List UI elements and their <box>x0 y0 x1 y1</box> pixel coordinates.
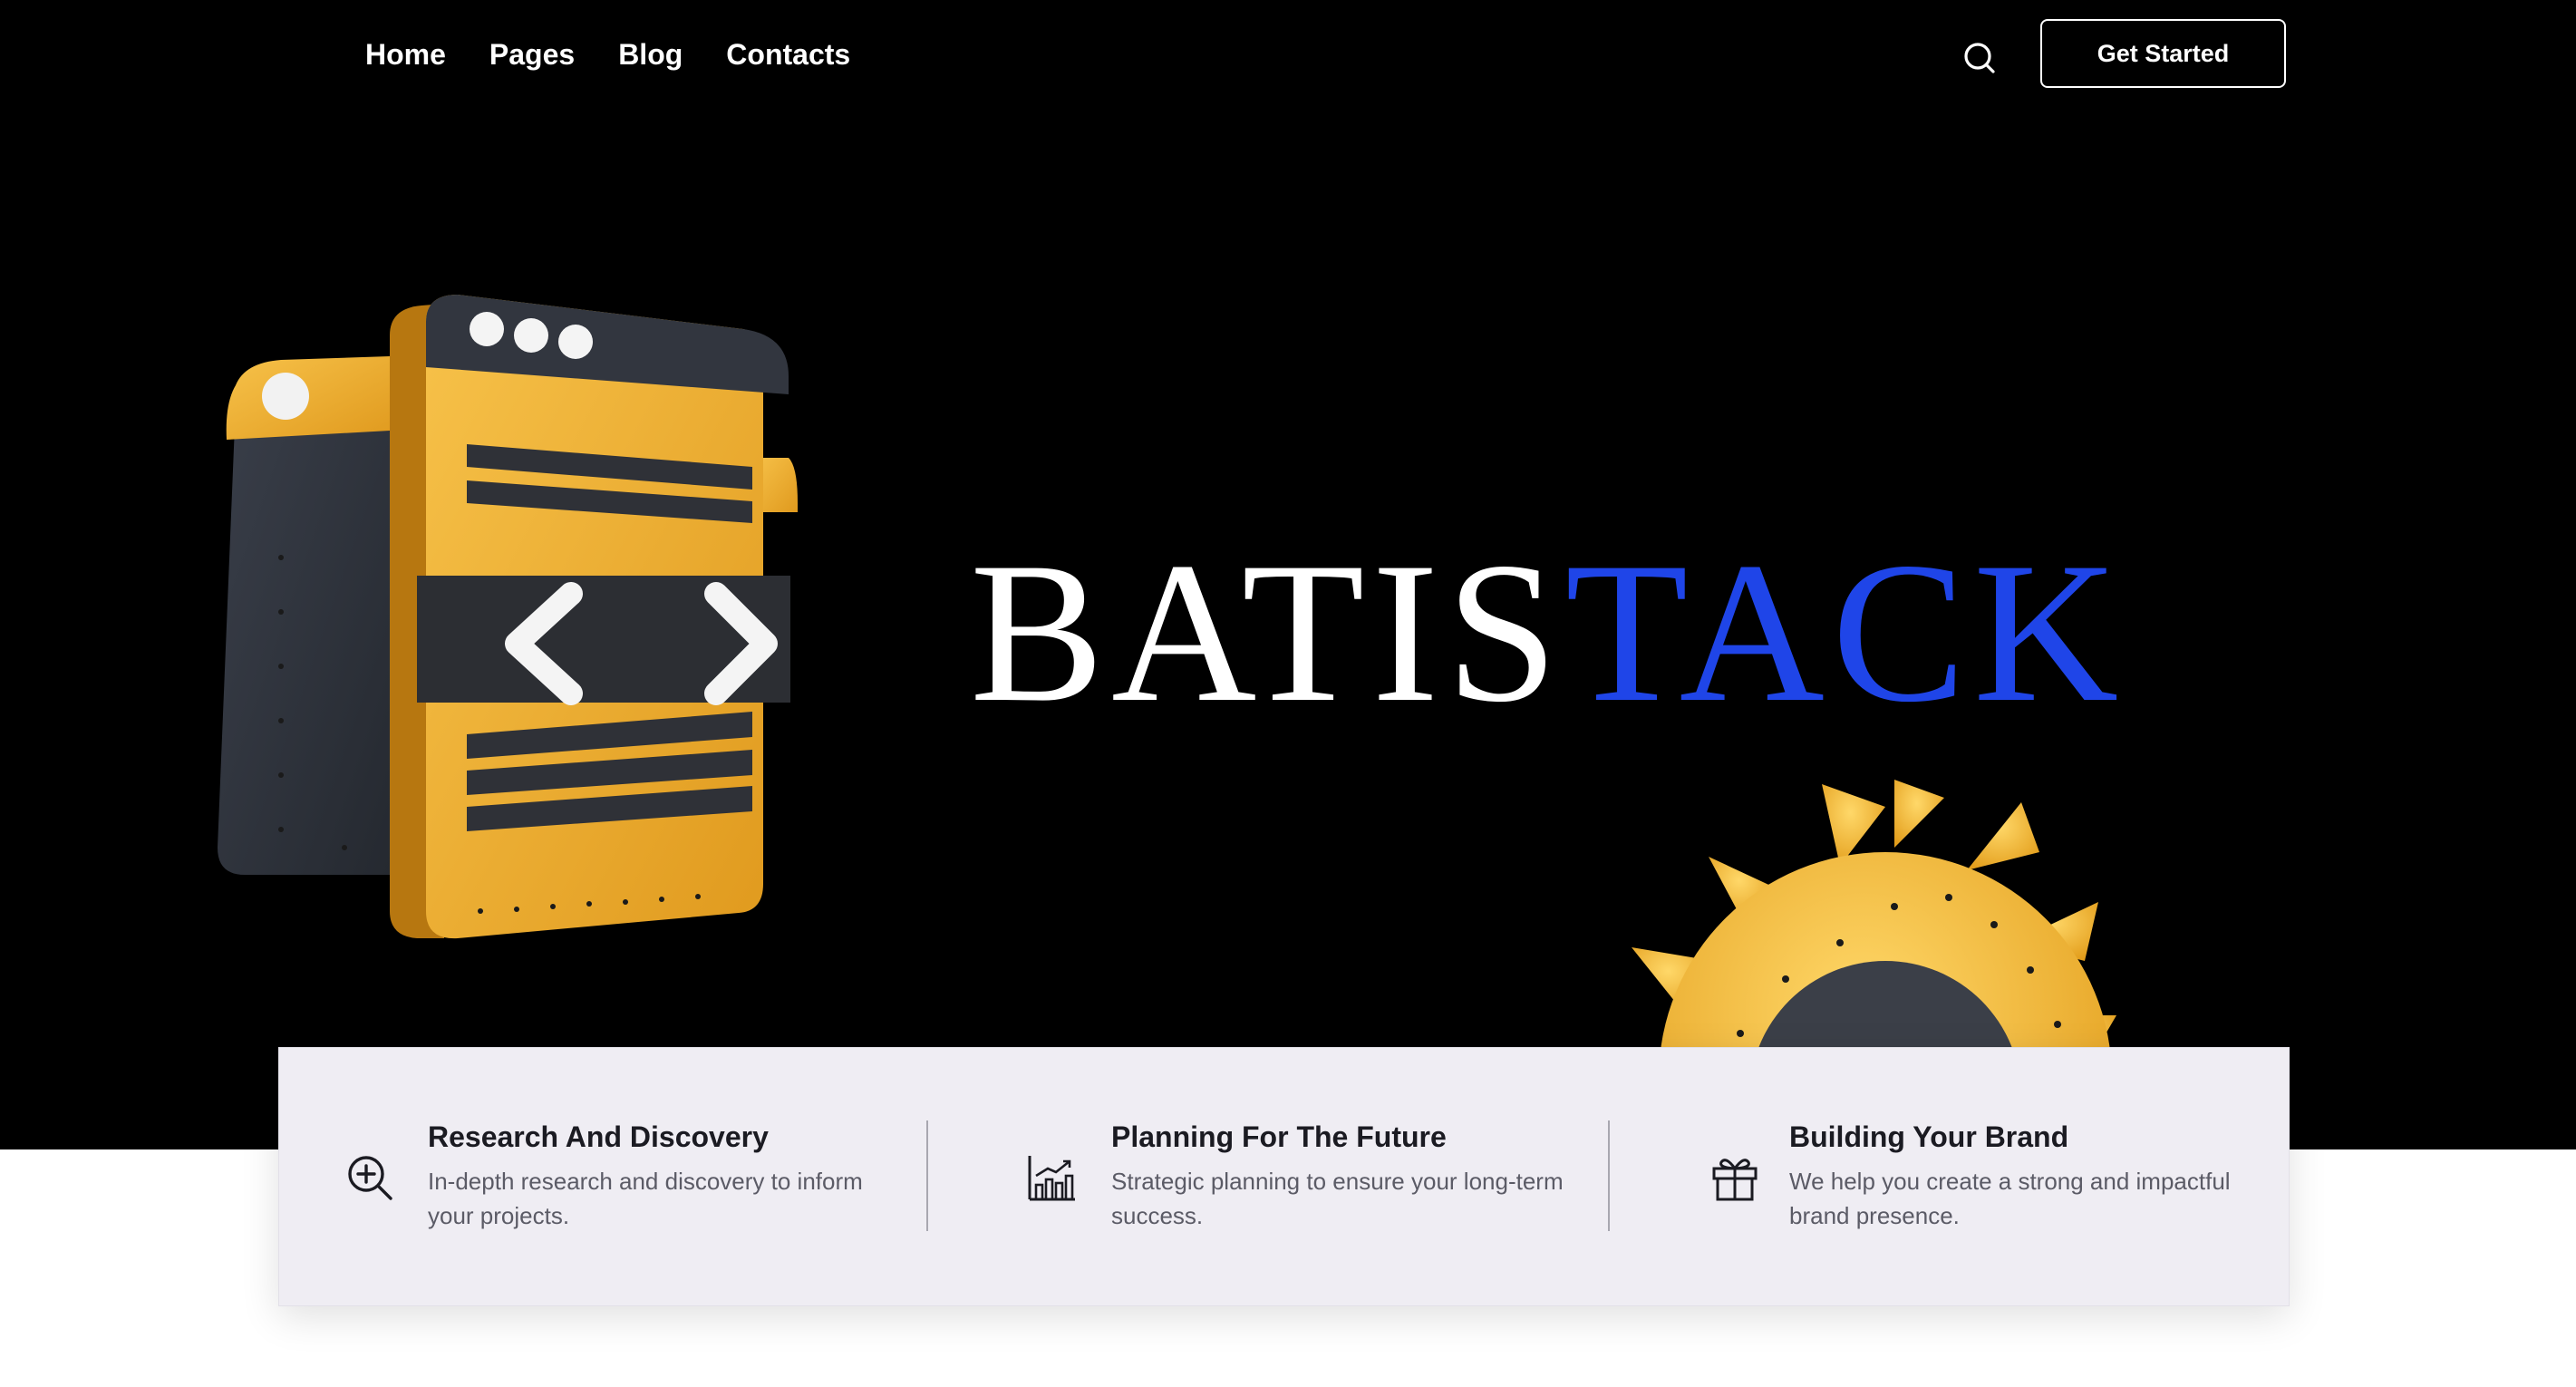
feature-brand: Building Your Brand We help you create a… <box>1610 1048 2290 1307</box>
nav-link-home[interactable]: Home <box>365 38 446 72</box>
feature-description-brand: We help you create a strong and impactfu… <box>1789 1168 2231 1229</box>
brand-title-part-2: TACK <box>1564 521 2126 744</box>
search-button[interactable] <box>1958 36 2001 80</box>
main-nav: Home Pages Blog Contacts <box>365 27 850 82</box>
features-card: Research And Discovery In-depth research… <box>278 1047 2290 1306</box>
feature-description-planning: Strategic planning to ensure your long-t… <box>1111 1168 1564 1229</box>
feature-title-planning: Planning For The Future <box>1111 1120 1447 1153</box>
feature-description-research: In-depth research and discovery to infor… <box>428 1168 863 1229</box>
feature-title-brand: Building Your Brand <box>1789 1120 2069 1153</box>
code-window-illustration <box>218 295 798 939</box>
gift-icon <box>1712 1159 1758 1201</box>
nav-link-contacts[interactable]: Contacts <box>726 38 850 72</box>
search-icon <box>1964 43 1995 73</box>
feature-research: Research And Discovery In-depth research… <box>279 1048 926 1307</box>
get-started-button[interactable]: Get Started <box>2040 19 2286 88</box>
brand-title-part-1: BATIS <box>970 521 1565 744</box>
hero-section: Home Pages Blog Contacts Get Started BAT… <box>0 0 2576 1149</box>
feature-planning: Planning For The Future Strategic planni… <box>928 1048 1608 1307</box>
bar-chart-icon <box>1028 1156 1075 1201</box>
nav-link-pages[interactable]: Pages <box>489 38 575 72</box>
zoom-in-icon <box>348 1156 392 1200</box>
brand-title: BATISTACK <box>970 524 2126 742</box>
nav-link-blog[interactable]: Blog <box>618 38 683 72</box>
feature-title-research: Research And Discovery <box>428 1120 769 1153</box>
